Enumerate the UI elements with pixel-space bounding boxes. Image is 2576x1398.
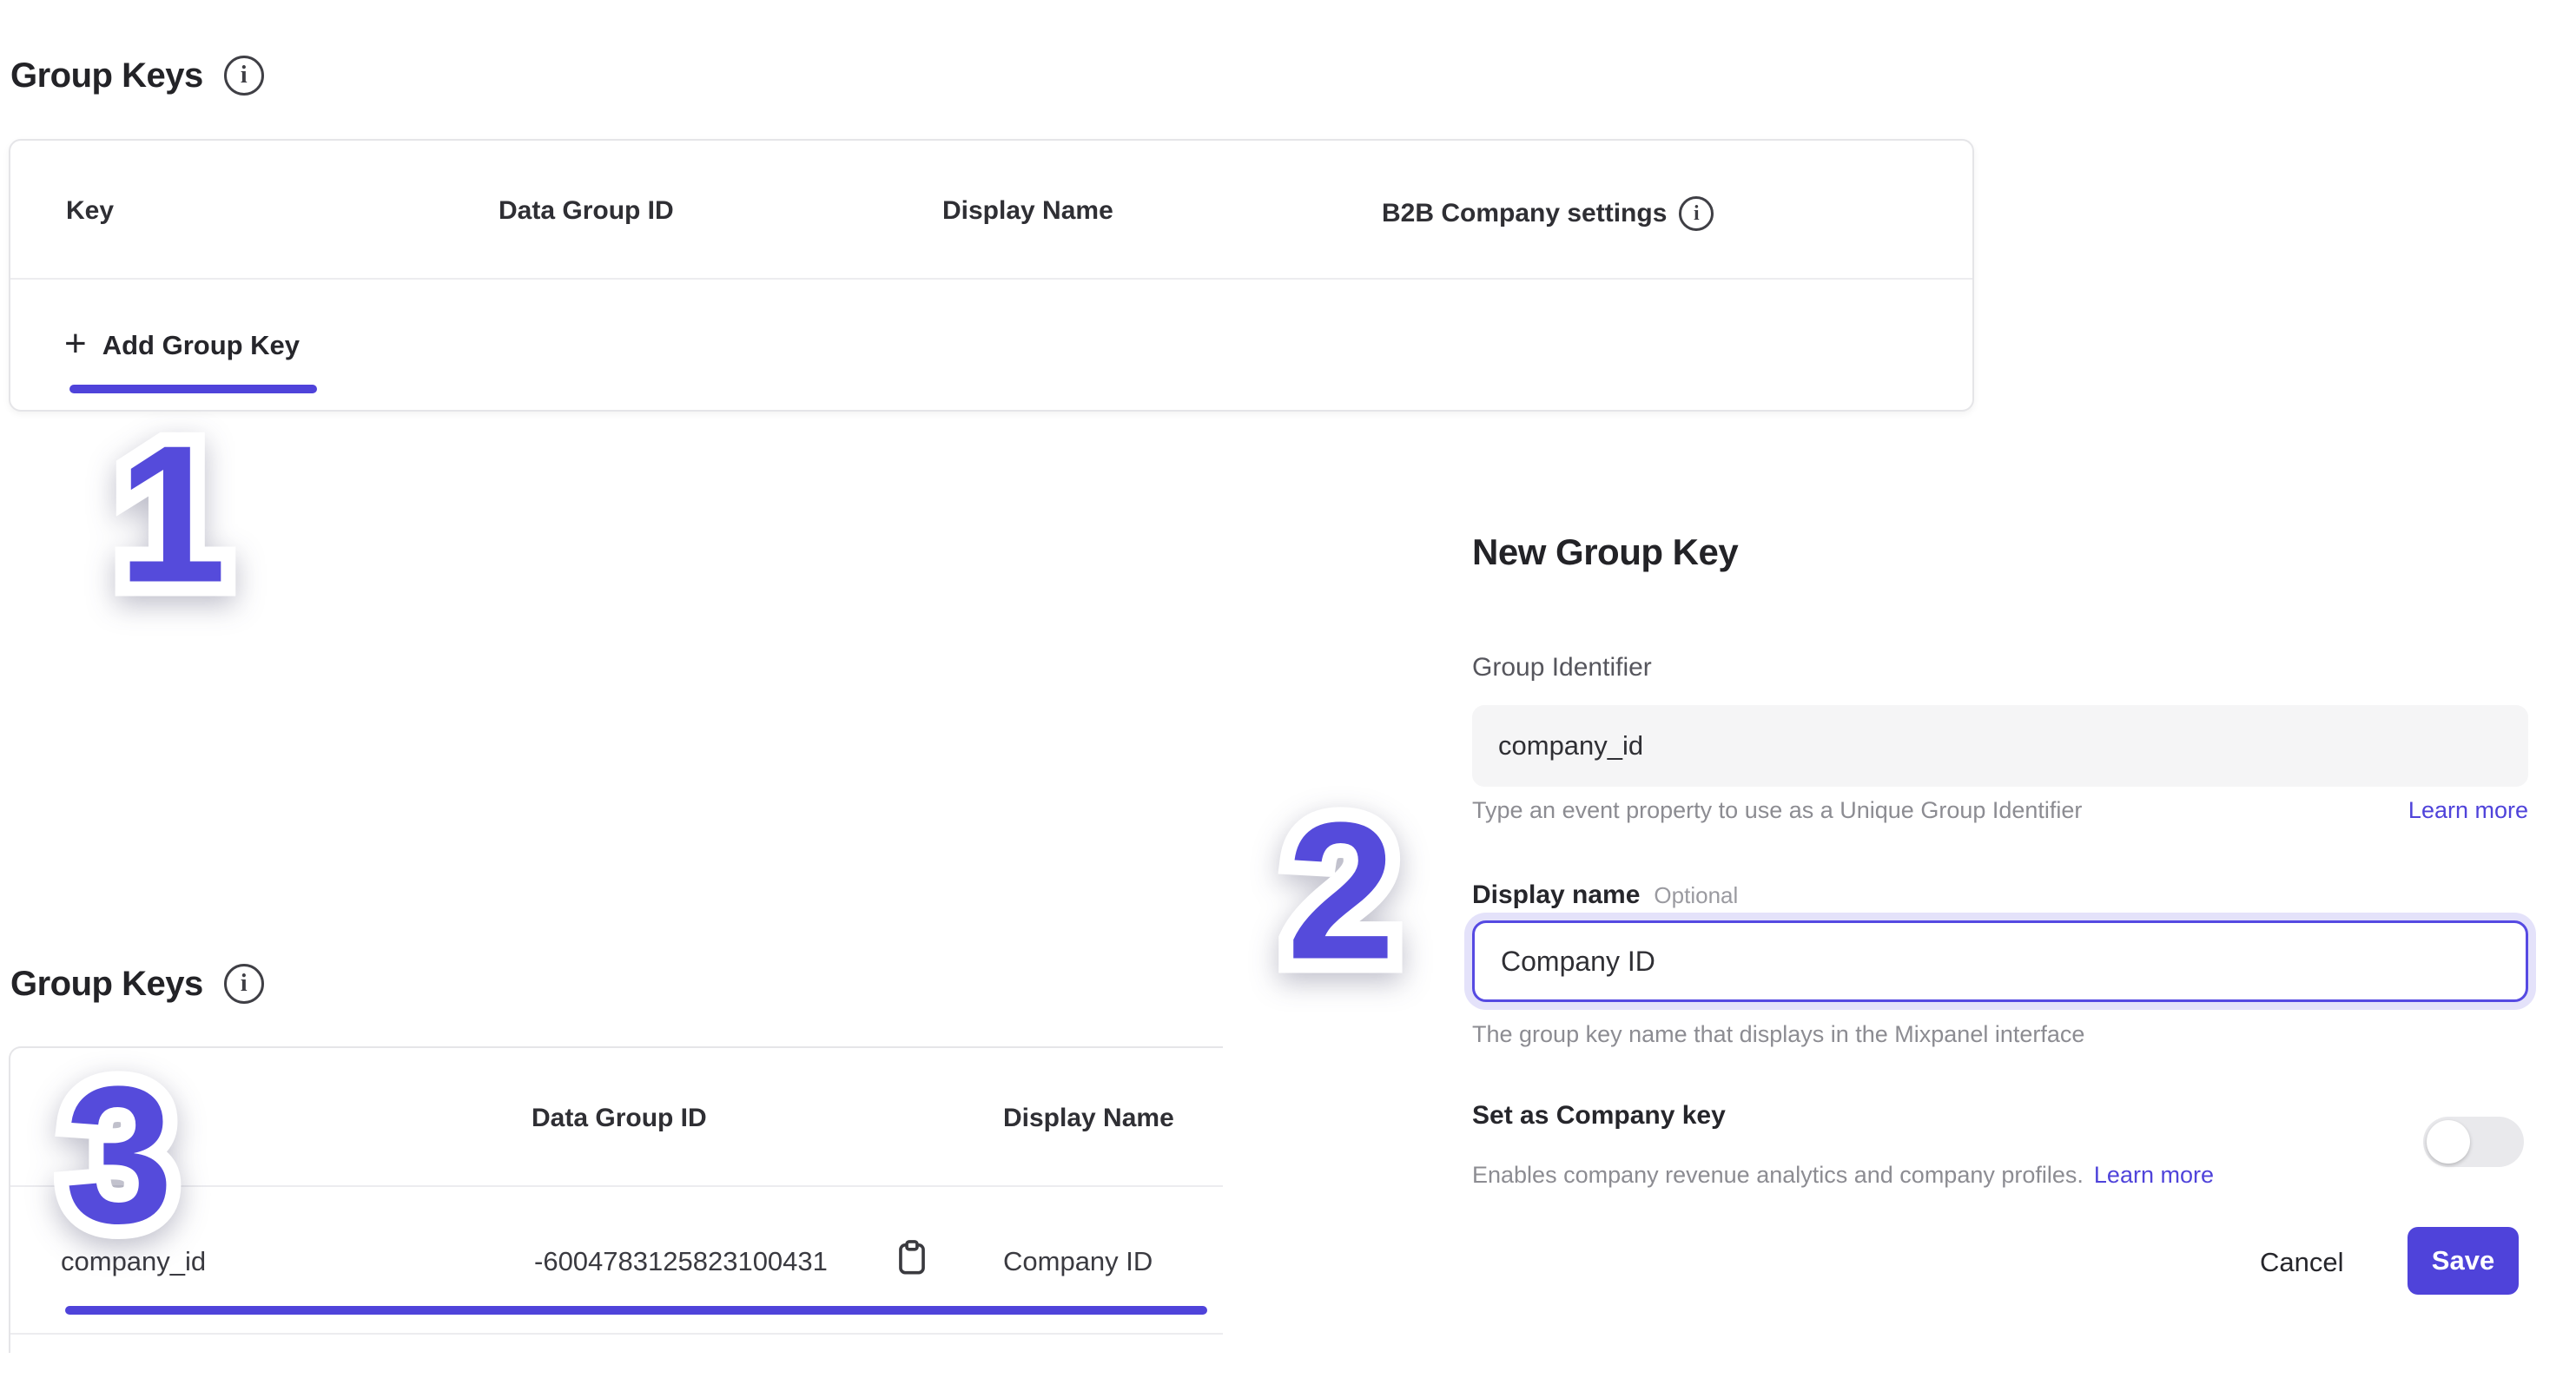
group-identifier-helper-row: Type an event property to use as a Uniqu… [1472,797,2528,824]
copy-icon[interactable] [892,1237,932,1277]
annotation-underline-step1 [69,385,317,393]
display-name-label: Display name [1472,880,1640,909]
group-keys-heading-row: Group Keys i [10,964,264,1004]
display-name-label-row: Display name Optional [1472,880,1738,910]
form-title: New Group Key [1472,531,1738,573]
column-header-display-name: Display Name [1003,1104,1174,1133]
display-name-helper: The group key name that displays in the … [1472,1021,2084,1048]
column-header-display-name: Display Name [942,196,1113,226]
cancel-button[interactable]: Cancel [2260,1247,2344,1278]
page: Group Keys i Key Data Group ID Display N… [0,0,2576,1398]
group-keys-table: Key Data Group ID Display Name B2B Compa… [9,139,1974,412]
company-key-toggle[interactable] [2423,1117,2524,1167]
header-divider [10,1185,1223,1187]
group-identifier-label: Group Identifier [1472,653,1652,683]
step-1-sticker: 1 1 [117,417,226,612]
row-divider [10,1333,1223,1335]
annotation-underline-step3 [65,1306,1207,1315]
row-data-group-id-cell: -6004783125823100431 [534,1246,828,1277]
row-display-name-cell: Company ID [1003,1246,1153,1277]
plus-icon: + [64,325,87,363]
column-header-key: Key [66,196,114,226]
step-2-sticker: 2 2 [1286,794,1395,989]
group-keys-heading-row: Group Keys i [10,56,264,96]
optional-tag: Optional [1654,882,1738,908]
info-icon[interactable]: i [224,56,264,96]
section-title: Group Keys [10,965,203,1004]
learn-more-link[interactable]: Learn more [2408,797,2528,824]
info-icon[interactable]: i [224,964,264,1004]
company-key-helper: Enables company revenue analytics and co… [1472,1162,2084,1189]
save-button[interactable]: Save [2408,1227,2519,1295]
toggle-knob [2427,1120,2470,1164]
column-header-b2b-settings: B2B Company settings i [1382,196,1714,231]
display-name-helper-row: The group key name that displays in the … [1472,1021,2528,1048]
add-group-key-label: Add Group Key [102,330,300,361]
group-identifier-helper: Type an event property to use as a Uniqu… [1472,797,2082,824]
company-key-label: Set as Company key [1472,1101,1726,1131]
display-name-input[interactable] [1472,920,2528,1002]
step-3-sticker: 3 3 [64,1058,173,1253]
page-title: Group Keys [10,56,203,96]
info-icon[interactable]: i [1679,196,1714,231]
column-header-data-group-id: Data Group ID [532,1104,707,1133]
company-key-helper-row: Enables company revenue analytics and co… [1472,1162,2528,1189]
header-divider [10,278,1972,280]
column-header-data-group-id: Data Group ID [499,196,674,226]
learn-more-link[interactable]: Learn more [2094,1162,2214,1189]
add-group-key-button[interactable]: + Add Group Key [64,328,300,363]
group-identifier-input[interactable] [1472,705,2528,787]
